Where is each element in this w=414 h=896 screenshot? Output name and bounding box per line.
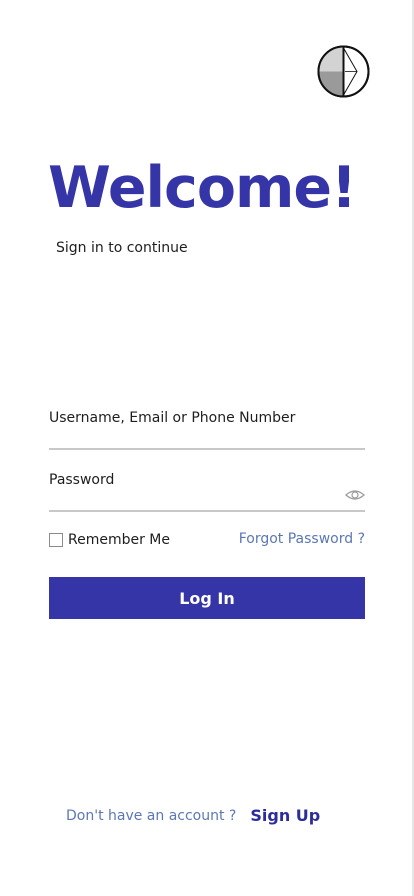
password-input[interactable] [49,486,339,510]
username-underline [49,448,365,450]
password-underline [49,510,365,512]
page-title: Welcome! [48,155,357,221]
page-subtitle: Sign in to continue [56,240,188,256]
username-input[interactable] [49,424,339,448]
login-button[interactable]: Log In [49,577,365,619]
no-account-text: Don't have an account ? [66,807,237,824]
checkbox-box[interactable] [49,533,63,547]
eye-icon[interactable] [345,488,365,502]
forgot-password-link[interactable]: Forgot Password ? [239,531,365,547]
remember-me-label: Remember Me [68,532,170,548]
remember-me-checkbox[interactable]: Remember Me [49,532,170,548]
compass-logo-icon [317,45,370,98]
signup-row: Don't have an account ? Sign Up [66,806,320,825]
signup-link[interactable]: Sign Up [250,806,320,825]
